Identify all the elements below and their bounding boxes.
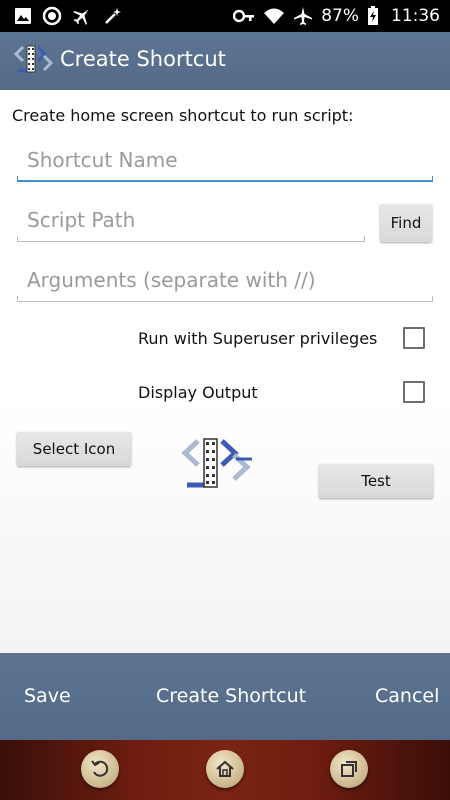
create-shortcut-button[interactable]: Create Shortcut (156, 685, 306, 707)
display-output-checkbox[interactable] (403, 381, 425, 403)
back-button[interactable] (81, 750, 119, 788)
shortcut-name-placeholder: Shortcut Name (27, 148, 178, 172)
display-output-label: Display Output (138, 383, 258, 402)
airplane-mode-icon (294, 7, 313, 25)
script-path-placeholder: Script Path (27, 208, 136, 232)
status-bar: 87% 11:36 (0, 0, 450, 32)
record-icon (42, 6, 62, 26)
recents-icon (341, 761, 357, 777)
key-icon (233, 9, 255, 23)
action-bar: Create Shortcut (0, 32, 450, 90)
home-icon (216, 760, 234, 777)
find-button[interactable]: Find (380, 204, 432, 242)
wifi-icon (264, 8, 285, 24)
superuser-checkbox[interactable] (403, 327, 425, 349)
back-icon (91, 760, 109, 777)
recents-button[interactable] (330, 750, 368, 788)
wand-icon (105, 8, 121, 24)
bottom-button-bar: Save Create Shortcut Cancel (0, 653, 450, 740)
arguments-placeholder: Arguments (separate with //) (27, 268, 316, 292)
shortcut-name-field[interactable]: Shortcut Name (17, 148, 433, 182)
shortcut-icon-preview[interactable] (180, 437, 256, 489)
page-title: Create Shortcut (60, 47, 226, 71)
test-button[interactable]: Test (319, 464, 433, 498)
arguments-field[interactable]: Arguments (separate with //) (17, 268, 433, 302)
script-path-field[interactable]: Script Path (17, 208, 365, 242)
image-icon (15, 8, 31, 24)
airplane-icon (73, 9, 89, 25)
battery-icon (368, 6, 378, 25)
app-logo-icon (14, 45, 54, 73)
save-button[interactable]: Save (24, 685, 71, 707)
form-prompt: Create home screen shortcut to run scrip… (12, 106, 354, 125)
shortcut-form: Create home screen shortcut to run scrip… (0, 90, 450, 653)
home-button[interactable] (206, 750, 244, 788)
cancel-button[interactable]: Cancel (375, 685, 439, 707)
select-icon-button[interactable]: Select Icon (17, 432, 131, 466)
clock: 11:36 (391, 6, 440, 26)
battery-percent: 87% (321, 6, 359, 26)
navigation-bar (0, 740, 450, 800)
superuser-label: Run with Superuser privileges (138, 329, 378, 348)
